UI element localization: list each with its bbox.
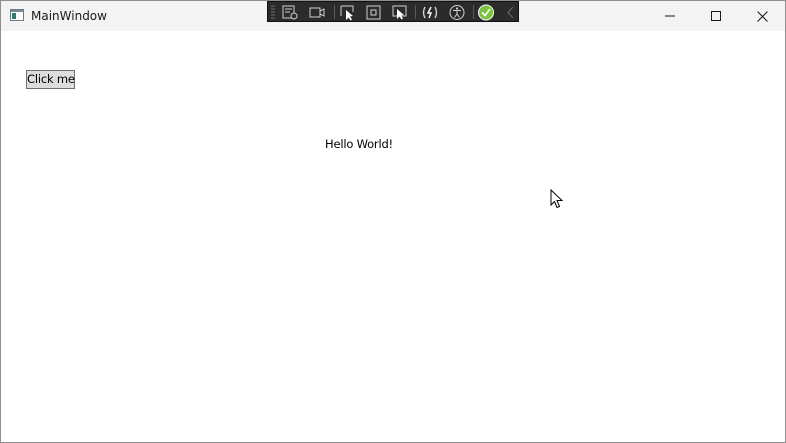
toolbar-separator [415,5,416,19]
toolbar-separator [473,5,474,19]
maximize-icon [711,11,721,21]
maximize-button[interactable] [693,1,739,31]
close-icon [756,10,768,22]
minimize-icon [665,15,675,17]
hot-reload-icon[interactable] [421,4,439,21]
window-title: MainWindow [31,9,107,23]
toolbar-grip-icon[interactable] [271,5,275,19]
video-camera-icon[interactable] [308,4,326,21]
display-layout-adorners-icon[interactable] [365,4,383,21]
click-me-button[interactable]: Click me [26,70,75,89]
collapse-chevron-icon[interactable] [502,4,520,21]
xaml-debug-toolbar [267,1,519,22]
live-visual-tree-icon[interactable] [281,4,299,21]
track-focused-element-icon[interactable] [391,4,409,21]
hello-world-label: Hello World! [325,137,393,151]
binding-failures-check-icon[interactable] [477,4,495,21]
select-element-icon[interactable] [339,4,357,21]
toolbar-separator [334,5,335,19]
accessibility-icon[interactable] [448,4,466,21]
main-window: MainWindow Click me Hello World! [0,0,786,443]
window-content: Click me Hello World! [1,31,785,442]
close-button[interactable] [739,1,785,31]
window-app-icon [10,9,24,21]
mouse-pointer-icon [550,189,564,209]
minimize-button[interactable] [647,1,693,31]
